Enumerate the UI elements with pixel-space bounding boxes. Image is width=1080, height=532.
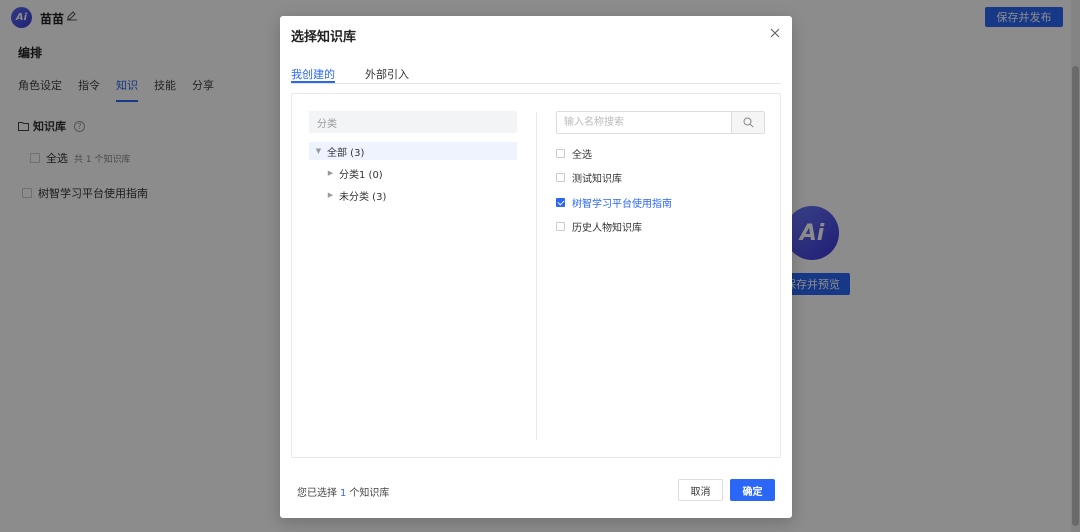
select-kb-dialog: 选择知识库 我创建的 外部引入 分类 ▼ 全部 (3) ▶ 分类1 (0) ▶ … xyxy=(280,16,792,518)
confirm-button[interactable]: 确定 xyxy=(730,479,775,501)
dialog-title: 选择知识库 xyxy=(291,30,357,45)
option-label: 全选 xyxy=(572,150,592,161)
option-kb[interactable]: 历史人物知识库 xyxy=(556,219,642,234)
category-header: 分类 xyxy=(309,111,517,133)
caret-right-icon[interactable]: ▶ xyxy=(327,191,334,199)
summary-suffix: 个知识库 xyxy=(349,488,390,499)
option-label: 树智学习平台使用指南 xyxy=(572,199,672,210)
option-kb-checked[interactable]: 树智学习平台使用指南 xyxy=(556,195,672,210)
checkbox[interactable] xyxy=(556,222,565,231)
option-label: 历史人物知识库 xyxy=(572,223,642,234)
dialog-tabs: 我创建的 外部引入 xyxy=(291,66,781,84)
dialog-body: 分类 ▼ 全部 (3) ▶ 分类1 (0) ▶ 未分类 (3) 全选 测试知识库 xyxy=(291,93,781,458)
selection-summary: 您已选择 1 个知识库 xyxy=(297,484,389,499)
option-select-all[interactable]: 全选 xyxy=(556,146,592,161)
tree-node-uncategorized[interactable]: ▶ 未分类 (3) xyxy=(327,186,387,204)
cancel-button[interactable]: 取消 xyxy=(678,479,723,501)
tree-node-label: 未分类 (3) xyxy=(339,191,387,203)
option-kb[interactable]: 测试知识库 xyxy=(556,170,622,185)
tree-node-category1[interactable]: ▶ 分类1 (0) xyxy=(327,164,383,182)
tree-node-label: 全部 (3) xyxy=(327,147,365,159)
column-divider xyxy=(536,112,537,440)
close-icon[interactable] xyxy=(769,27,781,39)
summary-prefix: 您已选择 xyxy=(297,488,337,499)
search-input[interactable] xyxy=(557,112,731,133)
caret-right-icon[interactable]: ▶ xyxy=(327,169,334,177)
option-label: 测试知识库 xyxy=(572,174,622,185)
search-box xyxy=(556,111,765,134)
tab-my-created[interactable]: 我创建的 xyxy=(291,66,335,83)
checkbox-checked[interactable] xyxy=(556,198,565,207)
summary-count: 1 xyxy=(340,488,347,499)
search-icon xyxy=(743,117,754,128)
tree-node-all[interactable]: ▼ 全部 (3) xyxy=(309,142,517,160)
checkbox[interactable] xyxy=(556,173,565,182)
checkbox[interactable] xyxy=(556,149,565,158)
caret-down-icon[interactable]: ▼ xyxy=(315,147,322,155)
search-button[interactable] xyxy=(731,112,764,133)
tab-external[interactable]: 外部引入 xyxy=(365,66,409,83)
tree-node-label: 分类1 (0) xyxy=(339,169,383,181)
